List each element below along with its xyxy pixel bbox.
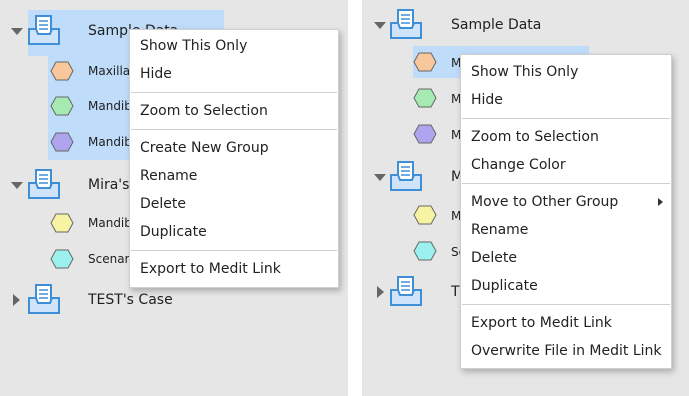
menu-item-export-to-medit-link[interactable]: Export to Medit Link	[140, 261, 281, 277]
folder-icon	[390, 276, 422, 306]
tree-group-row[interactable]: Sample Data	[362, 9, 689, 40]
menu-item-zoom-to-selection[interactable]: Zoom to Selection	[471, 129, 599, 145]
model-hexagon-icon	[413, 88, 437, 108]
menu-separator	[131, 250, 337, 251]
folder-icon	[28, 169, 60, 199]
menu-item-delete[interactable]: Delete	[140, 196, 186, 212]
right-layer-panel: Sample Data M M M M M Sc T Show This Onl…	[362, 0, 689, 396]
menu-item-move-to-other-group[interactable]: Move to Other Group	[471, 194, 618, 210]
left-layer-panel: Sample Data Maxilla Mandible Mandible Mi…	[0, 0, 348, 396]
menu-item-zoom-to-selection[interactable]: Zoom to Selection	[140, 103, 268, 119]
folder-icon	[390, 161, 422, 191]
tree-group-row[interactable]: TEST's Case	[0, 284, 348, 315]
folder-icon	[28, 15, 60, 45]
model-hexagon-icon	[50, 96, 74, 116]
model-hexagon-icon	[50, 132, 74, 152]
collapse-arrow-icon[interactable]	[13, 294, 20, 306]
group-label: TEST's Case	[88, 292, 173, 308]
menu-separator	[462, 304, 670, 305]
expand-arrow-icon[interactable]	[374, 22, 386, 29]
model-hexagon-icon	[413, 124, 437, 144]
group-label: T	[451, 284, 460, 300]
menu-item-hide[interactable]: Hide	[471, 92, 503, 108]
menu-item-rename[interactable]: Rename	[471, 222, 528, 238]
group-label: Sample Data	[451, 17, 542, 33]
menu-item-export-to-medit-link[interactable]: Export to Medit Link	[471, 315, 612, 331]
menu-item-show-this-only[interactable]: Show This Only	[471, 64, 578, 80]
menu-item-change-color[interactable]: Change Color	[471, 157, 566, 173]
context-menu: Show This Only Hide Zoom to Selection Cr…	[129, 29, 339, 288]
folder-icon	[390, 9, 422, 39]
menu-item-show-this-only[interactable]: Show This Only	[140, 38, 247, 54]
folder-icon	[28, 284, 60, 314]
menu-item-rename[interactable]: Rename	[140, 168, 197, 184]
menu-item-create-new-group[interactable]: Create New Group	[140, 140, 269, 156]
menu-separator	[131, 92, 337, 93]
menu-separator	[131, 129, 337, 130]
model-hexagon-icon	[413, 241, 437, 261]
menu-separator	[462, 183, 670, 184]
expand-arrow-icon[interactable]	[11, 28, 23, 35]
menu-item-delete[interactable]: Delete	[471, 250, 517, 266]
panel-divider	[348, 0, 362, 396]
menu-separator	[462, 118, 670, 119]
menu-item-hide[interactable]: Hide	[140, 66, 172, 82]
expand-arrow-icon[interactable]	[374, 174, 386, 181]
expand-arrow-icon[interactable]	[11, 182, 23, 189]
collapse-arrow-icon[interactable]	[377, 286, 384, 298]
submenu-arrow-icon	[658, 198, 663, 206]
menu-item-duplicate[interactable]: Duplicate	[471, 278, 538, 294]
menu-item-duplicate[interactable]: Duplicate	[140, 224, 207, 240]
model-hexagon-icon	[413, 205, 437, 225]
context-menu: Show This Only Hide Zoom to Selection Ch…	[460, 54, 672, 369]
item-label: Maxilla	[88, 64, 131, 78]
model-hexagon-icon	[50, 213, 74, 233]
model-hexagon-icon	[50, 61, 74, 81]
model-hexagon-icon	[50, 249, 74, 269]
menu-item-overwrite-file-in-medit-link[interactable]: Overwrite File in Medit Link	[471, 343, 662, 359]
model-hexagon-icon	[413, 52, 437, 72]
